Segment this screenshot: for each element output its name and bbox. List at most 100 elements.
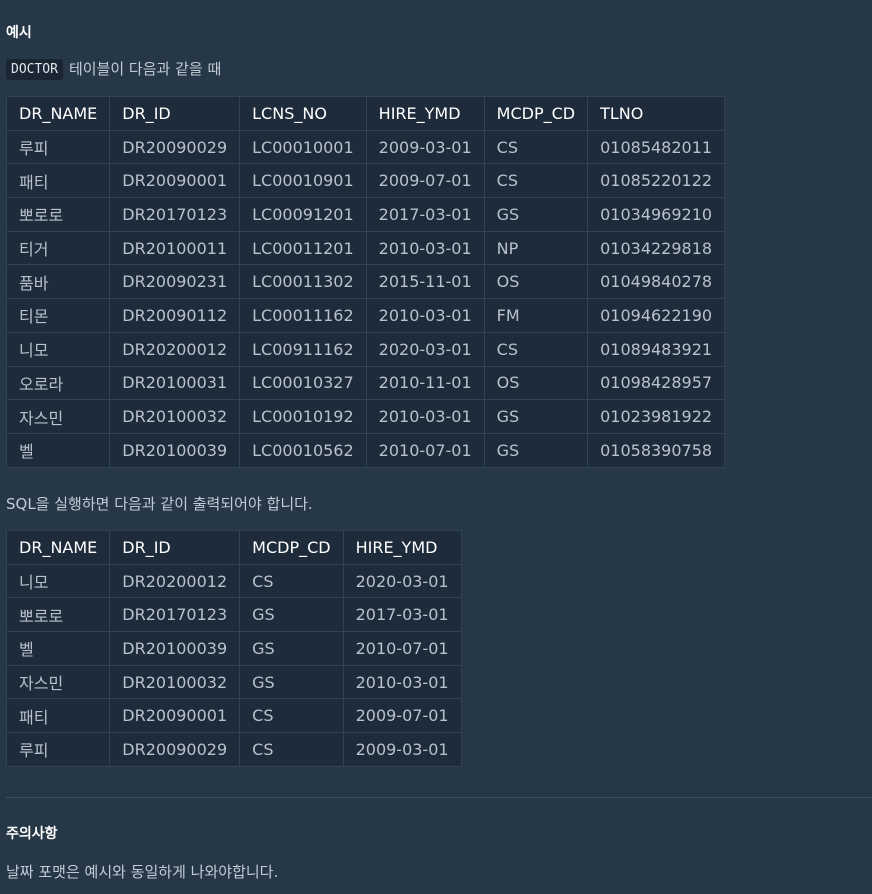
table-cell: GS — [239, 631, 344, 666]
table-cell: DR20170123 — [109, 197, 241, 232]
table-cell: 2009-03-01 — [365, 129, 485, 165]
table-header-row: DR_NAME DR_ID MCDP_CD HIRE_YMD — [5, 530, 462, 565]
table-cell: DR20090001 — [109, 698, 241, 734]
table-cell: GS — [239, 597, 344, 633]
table-cell: 오로라 — [5, 365, 111, 401]
table-cell: LC00091201 — [239, 197, 367, 232]
table-cell: DR20100011 — [109, 230, 241, 266]
table-cell: 니모 — [5, 563, 111, 599]
table-cell: 자스민 — [5, 664, 111, 700]
table-cell: DR20100031 — [109, 365, 241, 401]
intro-text: 테이블이 다음과 같을 때 — [68, 60, 222, 78]
table-cell: 2017-03-01 — [342, 597, 462, 633]
table-cell: DR20090001 — [109, 163, 241, 199]
table-cell: 2010-07-01 — [365, 432, 485, 468]
table-row: 루피 DR20090029 CS 2009-03-01 — [5, 732, 462, 767]
column-header: DR_NAME — [5, 530, 111, 565]
table-cell: 니모 — [5, 331, 111, 367]
table-cell: 2009-07-01 — [342, 698, 462, 734]
table-cell: 01085220122 — [587, 163, 726, 199]
table-cell: NP — [483, 230, 589, 266]
column-header: DR_NAME — [5, 96, 111, 131]
column-header: DR_ID — [109, 96, 241, 131]
table-cell: LC00011162 — [239, 298, 367, 333]
example-heading: 예시 — [6, 25, 32, 41]
doctor-table: DR_NAME DR_ID LCNS_NO HIRE_YMD MCDP_CD TLNO 루… — [5, 96, 726, 468]
result-intro: SQL을 실행하면 다음과 같이 출력되어야 합니다. — [6, 495, 313, 513]
column-header: DR_ID — [109, 530, 241, 565]
table-cell: 2017-03-01 — [365, 197, 485, 232]
table-cell: CS — [239, 698, 344, 734]
table-cell: 품바 — [5, 264, 111, 300]
table-row: 니모 DR20200012 LC00911162 2020-03-01 CS 010894… — [5, 331, 726, 367]
table-cell: 벨 — [5, 631, 111, 666]
table-row: 루피 DR20090029 LC00010001 2009-03-01 CS 010854… — [5, 129, 726, 165]
table-cell: 01034229818 — [587, 230, 726, 266]
table-cell: 자스민 — [5, 399, 111, 434]
table-cell: 뽀로로 — [5, 597, 111, 633]
column-header: LCNS_NO — [239, 96, 367, 131]
table-row: 벨 DR20100039 LC00010562 2010-07-01 GS 0105839… — [5, 432, 726, 468]
table-cell: 루피 — [5, 129, 111, 165]
notes-text: 날짜 포맷은 예시와 동일하게 나와야합니다. — [6, 863, 279, 881]
table-cell: OS — [483, 264, 589, 300]
table-cell: 01089483921 — [587, 331, 726, 367]
table-cell: 티몬 — [5, 298, 111, 333]
column-header: TLNO — [587, 96, 726, 131]
result-table: DR_NAME DR_ID MCDP_CD HIRE_YMD 니모 DR20200012… — [5, 530, 462, 767]
table-cell: DR20200012 — [109, 331, 241, 367]
table-cell: DR20100032 — [109, 399, 241, 434]
table-cell: 01085482011 — [587, 129, 726, 165]
table-cell: GS — [239, 664, 344, 700]
table-cell: GS — [483, 399, 589, 434]
table-cell: LC00911162 — [239, 331, 367, 367]
table-cell: 2009-03-01 — [342, 732, 462, 767]
table-cell: 2010-03-01 — [342, 664, 462, 700]
table-cell: DR20100039 — [109, 631, 241, 666]
table-cell: LC00010192 — [239, 399, 367, 434]
table-cell: GS — [483, 432, 589, 468]
table-cell: DR20090112 — [109, 298, 241, 333]
table-row: 니모 DR20200012 CS 2020-03-01 — [5, 563, 462, 599]
table-cell: 2010-11-01 — [365, 365, 485, 401]
table-row: 오로라 DR20100031 LC00010327 2010-11-01 OS 01098… — [5, 365, 726, 401]
table-row: 티거 DR20100011 LC00011201 2010-03-01 NP 010342… — [5, 230, 726, 266]
table-cell: OS — [483, 365, 589, 401]
table-cell: DR20090029 — [109, 129, 241, 165]
table-cell: DR20090029 — [109, 732, 241, 767]
table-cell: LC00010901 — [239, 163, 367, 199]
section-divider — [6, 797, 872, 798]
table-cell: 01023981922 — [587, 399, 726, 434]
column-header: HIRE_YMD — [365, 96, 485, 131]
table-cell: 01049840278 — [587, 264, 726, 300]
table-cell: 뽀로로 — [5, 197, 111, 232]
table-cell: DR20170123 — [109, 597, 241, 633]
table-cell: 루피 — [5, 732, 111, 767]
table-cell: 2015-11-01 — [365, 264, 485, 300]
table-cell: 2020-03-01 — [342, 563, 462, 599]
table-cell: 01034969210 — [587, 197, 726, 232]
table-cell: CS — [483, 163, 589, 199]
table-cell: 2010-07-01 — [342, 631, 462, 666]
table-cell: CS — [483, 331, 589, 367]
table-row: 품바 DR20090231 LC00011302 2015-11-01 OS 010498… — [5, 264, 726, 300]
table-cell: 01058390758 — [587, 432, 726, 468]
table-cell: 2010-03-01 — [365, 298, 485, 333]
table-cell: 패티 — [5, 698, 111, 734]
table-cell: 2009-07-01 — [365, 163, 485, 199]
table-cell: LC00011302 — [239, 264, 367, 300]
table-cell: CS — [239, 563, 344, 599]
intro-paragraph: DOCTOR 테이블이 다음과 같을 때 — [6, 58, 221, 80]
table-cell: LC00010562 — [239, 432, 367, 468]
table-cell: 01098428957 — [587, 365, 726, 401]
table-cell: 2020-03-01 — [365, 331, 485, 367]
table-row: 티몬 DR20090112 LC00011162 2010-03-01 FM 010946… — [5, 298, 726, 333]
table-row: 뽀로로 DR20170123 GS 2017-03-01 — [5, 597, 462, 633]
table-cell: 티거 — [5, 230, 111, 266]
table-cell: 2010-03-01 — [365, 230, 485, 266]
table-row: 패티 DR20090001 LC00010901 2009-07-01 CS 010852… — [5, 163, 726, 199]
notes-heading: 주의사항 — [6, 826, 58, 842]
table-cell: 패티 — [5, 163, 111, 199]
table-name-code: DOCTOR — [6, 59, 63, 80]
table-row: 뽀로로 DR20170123 LC00091201 2017-03-01 GS 01034… — [5, 197, 726, 232]
